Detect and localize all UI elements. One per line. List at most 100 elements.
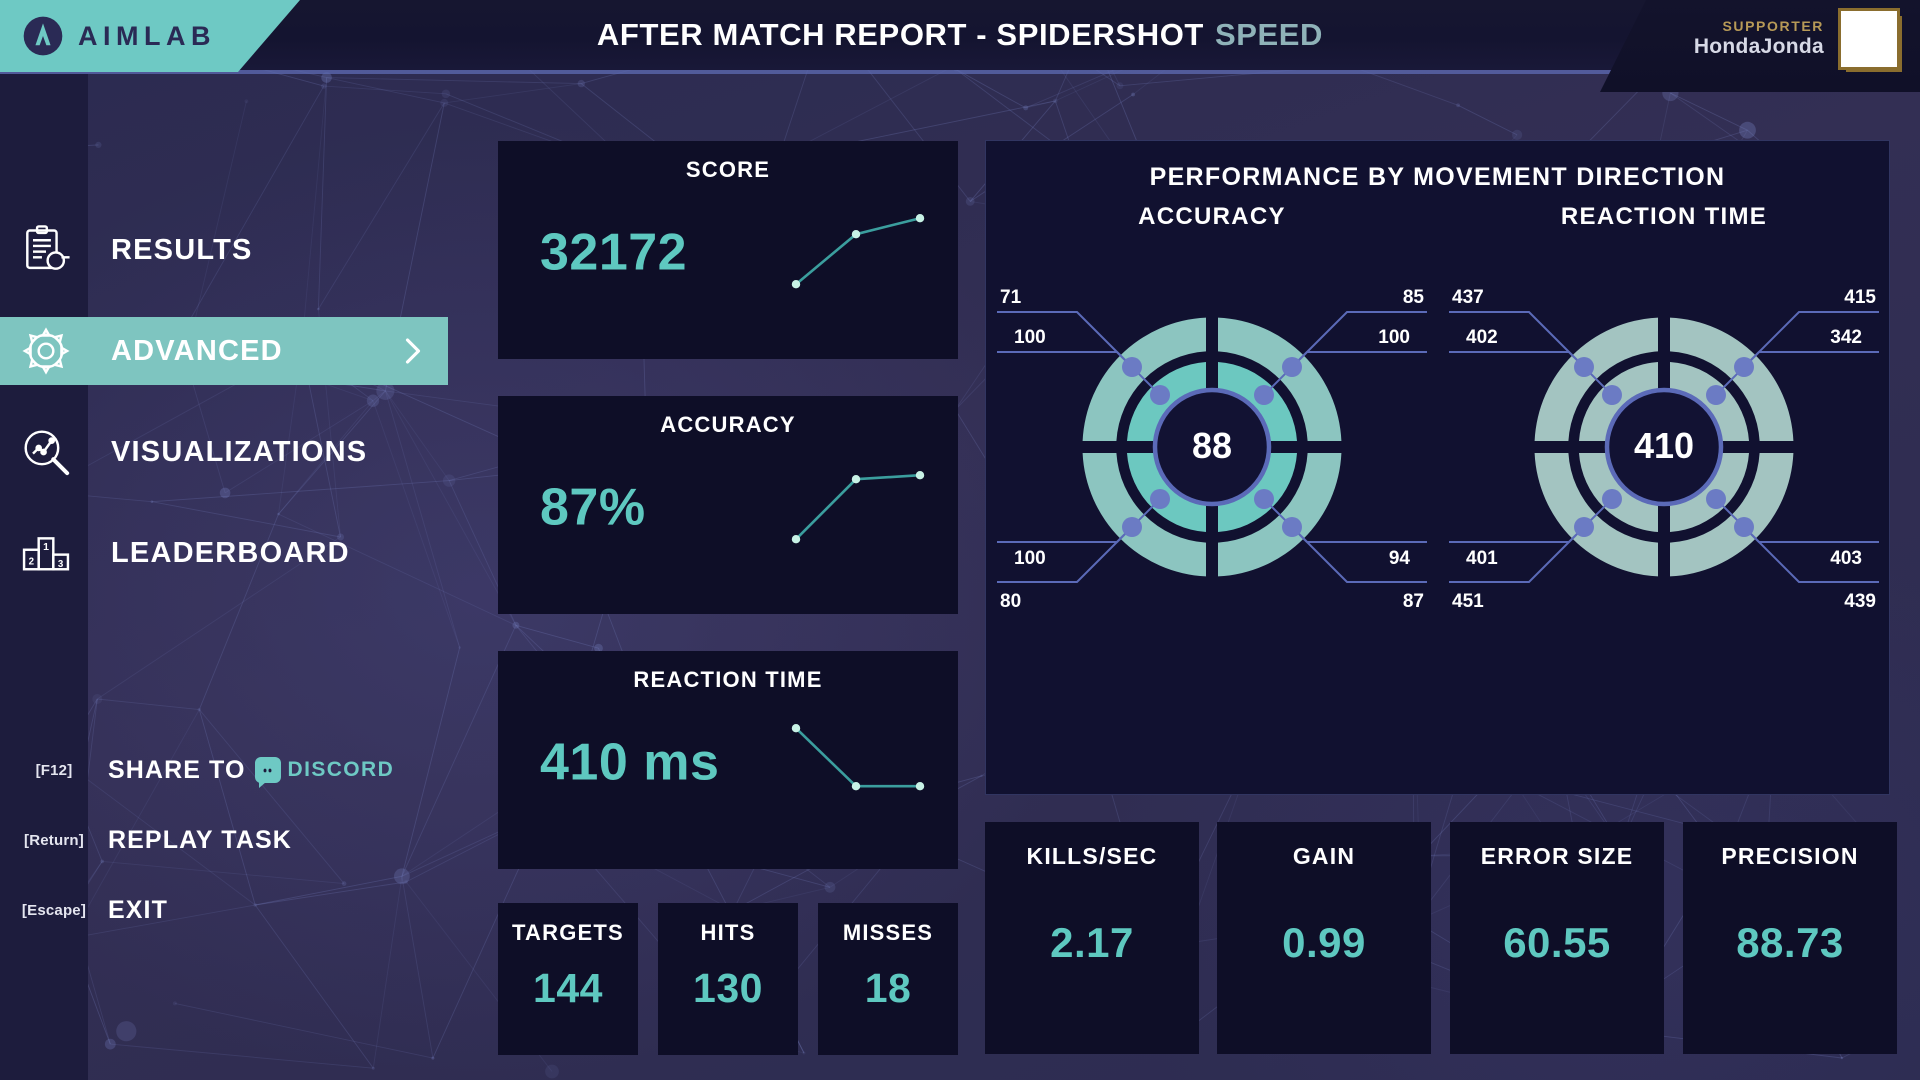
node-outer-tl (1574, 357, 1594, 377)
card-title: PRECISION (1721, 843, 1859, 869)
magnifier-chart-icon (24, 430, 70, 476)
label-inner-top-left: 402 (1466, 327, 1498, 348)
node-inner-bl (1150, 489, 1170, 509)
card-value: 18 (864, 965, 912, 1011)
discord-icon (254, 757, 281, 788)
node-inner-tr (1254, 385, 1274, 405)
action-exit[interactable]: [Escape] EXIT (0, 875, 460, 945)
sidebar-item-advanced[interactable]: ADVANCED (0, 317, 448, 385)
label-outer-top-left: 71 (1000, 287, 1022, 308)
card-value: 60.55 (1503, 919, 1611, 966)
reaction-time-sparkline (791, 723, 925, 791)
card-value: 0.99 (1282, 919, 1366, 966)
card-hits: HITS 130 (658, 903, 798, 1055)
discord-badge: DISCORD (254, 757, 395, 788)
card-value: 88.73 (1736, 919, 1844, 966)
supporter-avatar (1838, 8, 1902, 72)
card-score: SCORE 32172 (498, 141, 958, 359)
card-title: SCORE (685, 157, 771, 182)
card-value: 410 ms (540, 733, 720, 792)
label-inner-top-right: 342 (1830, 327, 1862, 348)
score-sparkline (791, 213, 925, 289)
sidebar-item-results[interactable]: RESULTS (0, 216, 448, 284)
node-outer-tr (1282, 357, 1302, 377)
card-value: 144 (533, 965, 603, 1011)
page-title-mode: SPEED (1214, 17, 1324, 52)
label-inner-bottom-right: 403 (1830, 548, 1862, 569)
page-title-text: AFTER MATCH REPORT - SPIDERSHOT (596, 17, 1204, 52)
card-error-size: ERROR SIZE 60.55 (1450, 822, 1664, 1054)
aimlab-logo-icon (23, 16, 63, 56)
chevron-right-icon (405, 338, 421, 364)
node-inner-bl (1602, 489, 1622, 509)
sidebar-item-visualizations[interactable]: VISUALIZATIONS (0, 418, 448, 486)
action-label: REPLAY TASK (108, 825, 292, 854)
radial-title: ACCURACY (1138, 203, 1286, 230)
card-title: HITS (700, 920, 756, 945)
card-title: ACCURACY (660, 412, 796, 437)
card-gain: GAIN 0.99 (1217, 822, 1431, 1054)
aimlab-logo-text: AIMLAB (78, 20, 216, 51)
radial-accuracy: ACCURACY 88 71 85 100 100 100 94 80 87 (986, 203, 1438, 637)
label-inner-bottom-left: 401 (1466, 548, 1498, 569)
card-title: GAIN (1292, 843, 1356, 869)
sidebar-item-label: LEADERBOARD (111, 536, 350, 569)
supporter-label: SUPPORTER (1722, 18, 1824, 35)
sidebar-item-label: VISUALIZATIONS (111, 435, 368, 468)
label-outer-bottom-left: 80 (1000, 591, 1021, 612)
node-outer-bl (1574, 517, 1594, 537)
sidebar-nav: RESULTS ADVANCED VISUALIZATIONS 1 2 3 LE… (0, 216, 448, 620)
node-inner-br (1706, 489, 1726, 509)
sidebar-item-leaderboard[interactable]: 1 2 3 LEADERBOARD (0, 519, 448, 587)
sidebar-item-label: ADVANCED (111, 334, 283, 367)
node-inner-tl (1150, 385, 1170, 405)
performance-panel: PERFORMANCE BY MOVEMENT DIRECTION ACCURA… (985, 140, 1890, 795)
card-value: 87% (540, 478, 646, 537)
node-outer-tr (1734, 357, 1754, 377)
label-inner-top-right: 100 (1378, 327, 1410, 348)
panel-title: PERFORMANCE BY MOVEMENT DIRECTION (1149, 163, 1726, 191)
clipboard-icon (26, 225, 70, 270)
discord-glyph (263, 768, 272, 772)
node-inner-tr (1706, 385, 1726, 405)
action-share-to-discord[interactable]: [F12] SHARE TO DISCORD (0, 735, 460, 805)
label-outer-top-left: 437 (1452, 287, 1484, 308)
card-targets: TARGETS 144 (498, 903, 638, 1055)
svg-text:1: 1 (43, 541, 49, 553)
gear-icon (22, 327, 70, 375)
node-outer-br (1282, 517, 1302, 537)
accuracy-by-direction-chart: 88 71 85 100 100 100 94 80 87 (997, 287, 1427, 612)
card-title: KILLS/SEC (1026, 843, 1158, 869)
action-keybind: [Return] (24, 831, 84, 849)
discord-wordmark: DISCORD (287, 758, 395, 781)
card-value: 130 (693, 965, 763, 1011)
label-outer-bottom-left: 451 (1452, 591, 1484, 612)
node-inner-br (1254, 489, 1274, 509)
action-replay-task[interactable]: [Return] REPLAY TASK (0, 805, 460, 875)
action-label: SHARE TO (108, 755, 246, 784)
supporter-name: HondaJonda (1693, 35, 1824, 59)
card-value: 2.17 (1050, 919, 1134, 966)
card-kills-per-sec: KILLS/SEC 2.17 (985, 822, 1199, 1054)
label-outer-top-right: 415 (1844, 287, 1876, 308)
card-reaction-time: REACTION TIME 410 ms (498, 651, 958, 869)
action-keybind: [F12] (35, 761, 73, 779)
radial-center-value: 410 (1634, 425, 1694, 466)
node-inner-tl (1602, 385, 1622, 405)
label-outer-bottom-right: 439 (1844, 591, 1876, 612)
sidebar-actions: [F12] SHARE TO DISCORD [Return] REPLAY T… (0, 735, 460, 945)
radial-reaction-time: REACTION TIME 410 437 415 402 342 401 40… (1438, 203, 1890, 637)
card-title: ERROR SIZE (1480, 843, 1634, 869)
radial-title: REACTION TIME (1560, 203, 1768, 230)
accuracy-sparkline (791, 470, 925, 544)
card-misses: MISSES 18 (818, 903, 958, 1055)
svg-text:2: 2 (29, 556, 35, 567)
card-value: 32172 (540, 223, 688, 282)
card-precision: PRECISION 88.73 (1683, 822, 1897, 1054)
label-outer-bottom-right: 87 (1403, 591, 1424, 612)
radial-center-value: 88 (1192, 425, 1232, 466)
card-title: MISSES (842, 920, 934, 945)
sidebar-item-label: RESULTS (111, 233, 253, 266)
podium-icon: 1 2 3 (22, 537, 70, 571)
action-keybind: [Escape] (21, 901, 87, 919)
